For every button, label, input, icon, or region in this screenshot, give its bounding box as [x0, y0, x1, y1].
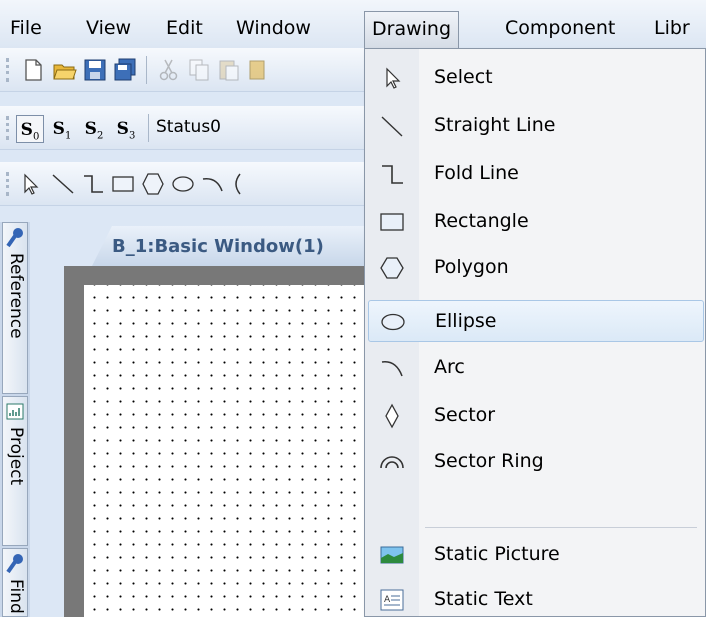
paste-icon[interactable] [216, 57, 242, 83]
menu-file[interactable]: File [10, 11, 42, 45]
paste-special-icon[interactable] [246, 57, 272, 83]
status-3-button[interactable]: S3 [112, 115, 140, 143]
menu-bar: File View Edit Window Drawing Component … [0, 0, 706, 48]
status-1-button[interactable]: S1 [48, 115, 76, 143]
menu-item-label: Polygon [434, 256, 509, 278]
menu-item-sector[interactable]: Sector [368, 395, 704, 437]
sidetab-find-label: Find [6, 579, 26, 614]
menu-item-polygon[interactable]: Polygon [368, 247, 704, 289]
straight-line-icon [381, 116, 403, 137]
menu-item-label: Ellipse [435, 310, 497, 332]
toolbar-grip[interactable] [6, 116, 9, 140]
side-panel: Reference Project Find [0, 222, 30, 617]
fold-line-icon [382, 165, 403, 184]
rectangle-icon[interactable] [110, 171, 136, 197]
status-toolbar: S0 S1 S2 S3 Status0 [0, 106, 370, 150]
save-icon[interactable] [82, 57, 108, 83]
polygon-icon[interactable] [140, 171, 166, 197]
picture-icon [380, 546, 404, 564]
sidetab-find[interactable]: Find [2, 548, 28, 617]
sidetab-project-label: Project [6, 427, 26, 486]
sector-ring-icon [380, 456, 404, 469]
toolbar-grip[interactable] [6, 172, 9, 196]
save-all-icon[interactable] [112, 57, 138, 83]
toolbar-separator [148, 114, 149, 142]
toolbar-separator [146, 56, 147, 84]
menu-item-label: Select [434, 66, 493, 88]
status-2-button[interactable]: S2 [80, 115, 108, 143]
new-file-icon[interactable] [20, 57, 46, 83]
menu-library[interactable]: Libr [654, 11, 690, 45]
select-arrow-icon [386, 67, 401, 89]
menu-item-label: Arc [434, 356, 465, 378]
straight-line-icon[interactable] [50, 171, 76, 197]
document-tab-label: B_1:Basic Window(1) [112, 236, 324, 257]
menu-item-sector-ring[interactable]: Sector Ring [368, 441, 704, 483]
copy-icon[interactable] [186, 57, 212, 83]
toolbar-grip[interactable] [6, 58, 9, 82]
menu-item-label: Fold Line [434, 162, 519, 184]
open-folder-icon[interactable] [52, 57, 78, 83]
rectangle-icon [380, 213, 404, 231]
ellipse-icon [381, 313, 405, 331]
menu-view[interactable]: View [86, 11, 131, 45]
menu-item-label: Straight Line [434, 114, 556, 136]
polygon-icon [380, 257, 404, 279]
status-0-button[interactable]: S0 [16, 115, 44, 143]
sidetab-reference[interactable]: Reference [2, 222, 28, 394]
wrench-icon [6, 228, 23, 248]
menu-item-rectangle[interactable]: Rectangle [368, 201, 704, 243]
arc-icon [381, 361, 403, 377]
select-arrow-icon[interactable] [18, 171, 44, 197]
cut-icon[interactable] [156, 57, 182, 83]
sidetab-project[interactable]: Project [2, 396, 28, 546]
svg-text:A: A [384, 595, 391, 605]
fold-line-icon[interactable] [80, 171, 106, 197]
drawing-canvas[interactable] [84, 285, 370, 617]
menu-edit[interactable]: Edit [166, 11, 203, 45]
menu-item-select[interactable]: Select [368, 57, 704, 99]
menu-item-ellipse[interactable]: Ellipse [368, 300, 704, 342]
sector-icon [385, 403, 399, 429]
menu-item-label: Static Text [434, 588, 533, 610]
menu-drawing[interactable]: Drawing [364, 11, 460, 48]
ellipse-icon[interactable] [170, 171, 196, 197]
menu-item-label: Static Picture [434, 543, 560, 565]
wrench-icon [6, 554, 23, 574]
menu-item-label: Sector Ring [434, 450, 544, 472]
project-icon [6, 403, 24, 420]
text-icon: A [380, 589, 404, 611]
menu-item-label: Rectangle [434, 210, 529, 232]
sidetab-reference-label: Reference [6, 253, 26, 339]
sector-icon[interactable] [228, 171, 254, 197]
menu-item-fold-line[interactable]: Fold Line [368, 153, 704, 195]
status-select[interactable]: Status0 [156, 117, 221, 137]
menu-item-static-picture[interactable]: Static Picture [368, 534, 704, 576]
menu-component[interactable]: Component [505, 11, 615, 45]
menu-window[interactable]: Window [236, 11, 311, 45]
menu-item-static-text[interactable]: A Static Text [368, 579, 704, 617]
menu-item-label: Sector [434, 404, 496, 426]
menu-item-arc[interactable]: Arc [368, 347, 704, 389]
standard-toolbar [0, 48, 370, 92]
drawing-toolbar [0, 162, 370, 206]
menu-item-straight-line[interactable]: Straight Line [368, 105, 704, 147]
menu-separator [425, 527, 697, 528]
drawing-menu: Select Straight Line Fold Line Rectangle… [364, 48, 706, 617]
arc-icon[interactable] [200, 171, 226, 197]
